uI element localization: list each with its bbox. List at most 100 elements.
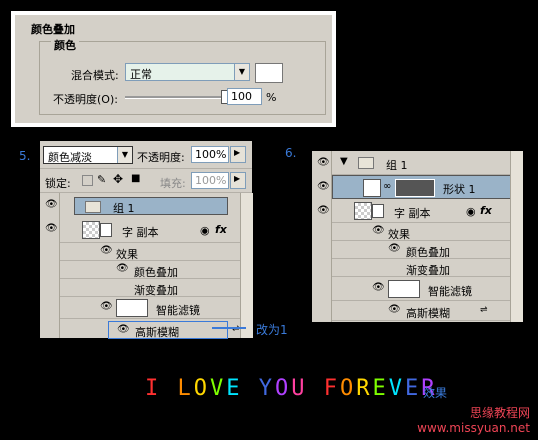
art-letter: F <box>323 376 340 401</box>
color-group-title: 颜色 <box>51 37 79 53</box>
effects-label: 效果 <box>388 228 410 241</box>
layer-row-text-copy[interactable]: 字 副本 ◉ fx <box>332 199 522 223</box>
color-overlay-row[interactable]: 👁 颜色叠加 <box>332 241 522 259</box>
layers-panel-step5: 颜色减淡 ▼ 不透明度: 100% ▶ 锁定: ✎ ✥ ■ 填充: 100% ▶… <box>40 141 253 339</box>
gaussian-blur-row[interactable]: 👁 高斯模糊 <box>108 321 228 339</box>
effects-row[interactable]: 👁 效果 <box>60 243 240 261</box>
eye-icon[interactable]: 👁 <box>372 225 385 236</box>
opacity-slider-track[interactable] <box>125 96 227 99</box>
opacity-unit: % <box>266 91 277 104</box>
gaussian-blur-row[interactable]: 👁 高斯模糊 ⇌ <box>332 301 522 321</box>
layer-name: 字 副本 <box>394 207 431 220</box>
layer-thumbnail <box>354 202 372 220</box>
layer-name: 组 1 <box>386 159 408 172</box>
smart-filters-row[interactable]: 👁 智能滤镜 <box>332 277 522 301</box>
smart-object-icon <box>100 223 112 237</box>
lock-icon[interactable]: ■ <box>131 173 140 184</box>
filter-mask-thumbnail <box>116 299 148 317</box>
blend-mode-select[interactable]: 正常 ▼ <box>125 63 250 81</box>
chevron-down-icon[interactable]: ▼ <box>234 64 249 80</box>
layers-scrollbar[interactable] <box>510 151 523 322</box>
art-letter: V <box>388 376 405 401</box>
effect-name: 颜色叠加 <box>134 266 178 279</box>
folder-icon <box>85 201 101 213</box>
art-letter: E <box>226 376 243 401</box>
step-6-label: 6. <box>285 146 297 160</box>
gradient-overlay-row[interactable]: 渐变叠加 <box>60 279 240 297</box>
eye-icon[interactable]: 👁 <box>388 304 401 315</box>
eye-icon[interactable]: 👁 <box>372 282 385 293</box>
eye-icon[interactable]: 👁 <box>117 324 130 335</box>
move-icon[interactable]: ✥ <box>113 172 123 186</box>
layer-row-group1[interactable]: ▼ 组 1 <box>332 151 522 175</box>
blend-mode-value: 正常 <box>130 68 152 81</box>
visibility-column <box>40 193 60 338</box>
smart-object-icon <box>372 204 384 218</box>
eye-icon[interactable]: 👁 <box>388 243 401 254</box>
art-letter: Y <box>258 376 275 401</box>
smart-filters-row[interactable]: 👁 智能滤镜 <box>60 297 240 319</box>
layer-opacity-input[interactable]: 100% <box>191 146 229 163</box>
layers-scrollbar[interactable] <box>240 193 253 338</box>
lock-transparent-icon[interactable] <box>82 175 93 186</box>
art-letter: U <box>291 376 308 401</box>
art-letter: V <box>210 376 227 401</box>
filter-options-icon[interactable]: ⇌ <box>232 324 240 334</box>
eye-icon[interactable]: 👁 <box>45 223 58 234</box>
fx-icon[interactable]: fx <box>480 204 492 217</box>
layers-toolbar: 颜色减淡 ▼ 不透明度: 100% ▶ <box>40 141 252 169</box>
effect-name: 颜色叠加 <box>406 246 450 259</box>
eye-icon[interactable]: 👁 <box>317 205 330 216</box>
art-letter: E <box>372 376 389 401</box>
effects-label: 效果 <box>116 248 138 261</box>
watermark: 思缘教程网 www.missyuan.net <box>417 406 530 435</box>
art-letter <box>308 376 324 401</box>
art-letter: O <box>275 376 292 401</box>
smart-filters-label: 智能滤镜 <box>156 304 200 317</box>
fill-arrow-button[interactable]: ▶ <box>230 172 246 189</box>
effects-row[interactable]: 👁 效果 <box>332 223 522 241</box>
art-letter <box>161 376 177 401</box>
layer-row-shape1[interactable]: ∞ 形状 1 <box>332 175 522 199</box>
art-letter: O <box>340 376 357 401</box>
eye-icon[interactable]: 👁 <box>100 301 113 312</box>
filter-options-icon[interactable]: ⇌ <box>480 305 488 315</box>
gradient-overlay-row[interactable]: 渐变叠加 <box>332 259 522 277</box>
layer-name: 组 1 <box>113 202 135 215</box>
art-letter: I <box>145 376 162 401</box>
layer-list: 组 1 👁 字 副本 ◉ fx 👁 👁 效果 👁 颜色叠加 渐变叠加 👁 智能滤… <box>40 193 240 339</box>
filter-name: 高斯模糊 <box>135 326 179 339</box>
eye-icon[interactable]: 👁 <box>317 181 330 192</box>
visibility-column <box>312 151 332 322</box>
opacity-arrow-button[interactable]: ▶ <box>230 146 246 163</box>
layer-blend-select[interactable]: 颜色减淡 ▼ <box>43 146 133 164</box>
layer-thumbnail <box>82 221 100 239</box>
layer-row-group1[interactable]: 组 1 <box>74 197 228 215</box>
chevron-down-icon[interactable]: ▼ <box>117 147 132 163</box>
art-letter: O <box>193 376 210 401</box>
art-letter: L <box>177 376 194 401</box>
overlay-color-swatch[interactable] <box>255 63 283 83</box>
effect-label: 效果 <box>423 386 448 400</box>
layer-row-text-copy[interactable]: 字 副本 ◉ fx <box>60 219 240 243</box>
effects-icon: ◉ <box>200 224 210 237</box>
vector-mask-thumbnail <box>395 179 435 197</box>
eye-icon[interactable]: 👁 <box>100 245 113 256</box>
step-5-label: 5. <box>19 149 31 163</box>
art-letter <box>243 376 259 401</box>
filter-name: 高斯模糊 <box>406 307 450 320</box>
layer-blend-value: 颜色减淡 <box>48 151 92 164</box>
annotation-arrow <box>212 327 246 329</box>
fx-icon[interactable]: fx <box>215 223 227 236</box>
color-overlay-row[interactable]: 👁 颜色叠加 <box>60 261 240 279</box>
love-forever-text: I LOVE YOU FOREVER <box>145 376 438 401</box>
layer-name: 字 副本 <box>122 226 159 239</box>
opacity-input[interactable]: 100 <box>227 88 262 105</box>
eye-icon[interactable]: 👁 <box>45 199 58 210</box>
brush-icon[interactable]: ✎ <box>97 173 106 186</box>
eye-icon[interactable]: 👁 <box>317 157 330 168</box>
expand-triangle-icon[interactable]: ▼ <box>340 156 348 167</box>
eye-icon[interactable]: 👁 <box>116 263 129 274</box>
fill-input[interactable]: 100% <box>191 172 229 189</box>
effect-name: 渐变叠加 <box>134 284 178 297</box>
